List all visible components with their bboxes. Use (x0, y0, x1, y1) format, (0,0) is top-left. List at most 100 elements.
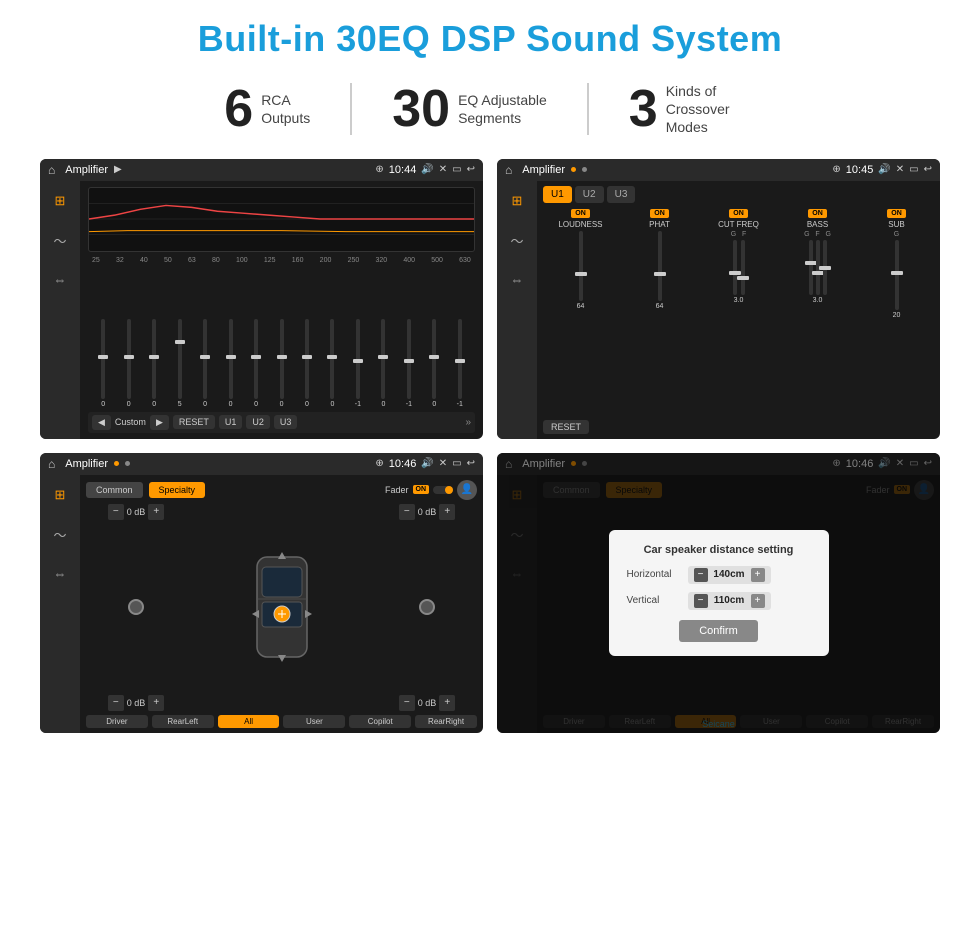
sub-val: 20 (893, 312, 901, 319)
eq-reset-btn[interactable]: RESET (173, 415, 215, 429)
speaker-circle-right (419, 599, 435, 615)
phat-title: PHAT (649, 220, 670, 229)
confirm-button[interactable]: Confirm (679, 620, 758, 642)
back-icon-1[interactable]: ↩ (467, 164, 475, 175)
home-icon-2[interactable]: ⌂ (505, 163, 512, 177)
rear-right-plus[interactable]: + (439, 695, 455, 711)
status-bar-2: ⌂ Amplifier ⊕ 10:45 🔊 ✕ ▭ ↩ (497, 159, 940, 181)
dialog-overlay: Car speaker distance setting Horizontal … (497, 453, 940, 733)
amp-controls: ON LOUDNESS 64 ON PHAT (543, 209, 934, 417)
screen3-content: ⊞ 〜 ⇔ Common Specialty Fader ON (40, 475, 483, 733)
front-right-plus[interactable]: + (439, 504, 455, 520)
x-icon-1[interactable]: ✕ (439, 164, 447, 175)
rear-left-minus[interactable]: − (108, 695, 124, 711)
screen1-content: ⊞ 〜 ⇔ (40, 181, 483, 439)
eq-icon-2[interactable]: ⊞ (508, 189, 527, 213)
rear-left-val: 0 dB (127, 698, 146, 708)
vertical-control: − 110cm + (688, 592, 771, 610)
bass-section: ON BASS G F G (780, 209, 855, 417)
eq-slider-7: 0 (270, 269, 292, 408)
horizontal-plus-btn[interactable]: + (751, 568, 765, 582)
speaker-icon-right (377, 599, 477, 615)
speaker-icon-2: 🔊 (878, 164, 890, 175)
cutfreq-section: ON CUT FREQ G F 3.0 (701, 209, 776, 417)
time-2: 10:45 (846, 164, 874, 176)
rear-left-plus[interactable]: + (148, 695, 164, 711)
vertical-plus-btn[interactable]: + (751, 594, 765, 608)
screen-amp: ⌂ Amplifier ⊕ 10:45 🔊 ✕ ▭ ↩ ⊞ 〜 ⇔ (497, 159, 940, 439)
eq-custom-label: Custom (115, 417, 146, 427)
sub-section: ON SUB G 20 (859, 209, 934, 417)
wave-icon-3[interactable]: 〜 (49, 521, 70, 548)
loudness-on-badge: ON (571, 209, 590, 218)
fader-label: Fader (385, 485, 409, 495)
x-icon-3[interactable]: ✕ (439, 458, 447, 469)
cutfreq-slider-2[interactable] (741, 240, 745, 295)
arrows-icon-1[interactable]: ⇔ (50, 268, 71, 291)
cutfreq-slider-1[interactable] (733, 240, 737, 295)
phat-slider[interactable] (658, 231, 662, 301)
rear-right-minus[interactable]: − (399, 695, 415, 711)
profile-icon[interactable]: 👤 (457, 480, 477, 500)
home-icon-3[interactable]: ⌂ (48, 457, 55, 471)
front-left-plus[interactable]: + (148, 504, 164, 520)
sub-slider[interactable] (895, 240, 899, 310)
rear-left-ctrl: − 0 dB + (86, 695, 186, 711)
loudness-section: ON LOUDNESS 64 (543, 209, 618, 417)
window-icon-3[interactable]: ▭ (452, 458, 461, 469)
dialog-box: Car speaker distance setting Horizontal … (609, 530, 829, 656)
time-3: 10:46 (389, 458, 417, 470)
common-tab[interactable]: Common (86, 482, 143, 498)
bass-slider-3[interactable] (823, 240, 827, 295)
horizontal-value: 140cm (712, 569, 747, 580)
wave-icon-2[interactable]: 〜 (506, 227, 527, 254)
back-icon-3[interactable]: ↩ (467, 458, 475, 469)
eq-icon-1[interactable]: ⊞ (51, 189, 70, 213)
eq-u2-btn[interactable]: U2 (246, 415, 270, 429)
u2-btn[interactable]: U2 (575, 186, 604, 203)
dot-gray-icon-3 (125, 461, 130, 466)
left-sidebar-3: ⊞ 〜 ⇔ (40, 475, 80, 733)
play-icon-1: ▶ (114, 164, 122, 175)
loudness-val: 64 (577, 303, 585, 310)
sub-sub: G (894, 231, 899, 238)
front-right-minus[interactable]: − (399, 504, 415, 520)
eq-next-btn[interactable]: ▶ (150, 415, 169, 430)
amp-reset-btn[interactable]: RESET (543, 420, 589, 434)
front-right-ctrl: − 0 dB + (377, 504, 477, 520)
loudness-slider[interactable] (579, 231, 583, 301)
eq-bottom-bar: ◀ Custom ▶ RESET U1 U2 U3 » (88, 412, 475, 433)
eq-slider-1: 0 (117, 269, 139, 408)
eq-prev-btn[interactable]: ◀ (92, 415, 111, 430)
eq-icon-3[interactable]: ⊞ (51, 483, 70, 507)
home-icon-1[interactable]: ⌂ (48, 163, 55, 177)
eq-slider-14: -1 (449, 269, 471, 408)
horizontal-minus-btn[interactable]: − (694, 568, 708, 582)
fader-toggle[interactable] (433, 486, 453, 494)
rear-left-btn[interactable]: RearLeft (152, 715, 214, 728)
back-icon-2[interactable]: ↩ (924, 164, 932, 175)
bass-slider-1[interactable] (809, 240, 813, 295)
front-left-minus[interactable]: − (108, 504, 124, 520)
dialog-title: Car speaker distance setting (627, 544, 811, 556)
rear-right-btn[interactable]: RearRight (415, 715, 477, 728)
eq-u1-btn[interactable]: U1 (219, 415, 243, 429)
front-right-val: 0 dB (418, 507, 437, 517)
window-icon-2[interactable]: ▭ (909, 164, 918, 175)
status-bar-1: ⌂ Amplifier ▶ ⊕ 10:44 🔊 ✕ ▭ ↩ (40, 159, 483, 181)
eq-expand-icon[interactable]: » (465, 417, 471, 428)
u1-btn[interactable]: U1 (543, 186, 572, 203)
u3-btn[interactable]: U3 (607, 186, 636, 203)
all-btn[interactable]: All (218, 715, 280, 728)
arrows-icon-2[interactable]: ⇔ (507, 268, 528, 291)
window-icon-1[interactable]: ▭ (452, 164, 461, 175)
driver-btn[interactable]: Driver (86, 715, 148, 728)
user-btn[interactable]: User (283, 715, 345, 728)
wave-icon-1[interactable]: 〜 (49, 227, 70, 254)
arrows-icon-3[interactable]: ⇔ (50, 562, 71, 585)
x-icon-2[interactable]: ✕ (896, 164, 904, 175)
vertical-minus-btn[interactable]: − (694, 594, 708, 608)
copilot-btn[interactable]: Copilot (349, 715, 411, 728)
specialty-tab[interactable]: Specialty (149, 482, 206, 498)
eq-u3-btn[interactable]: U3 (274, 415, 298, 429)
